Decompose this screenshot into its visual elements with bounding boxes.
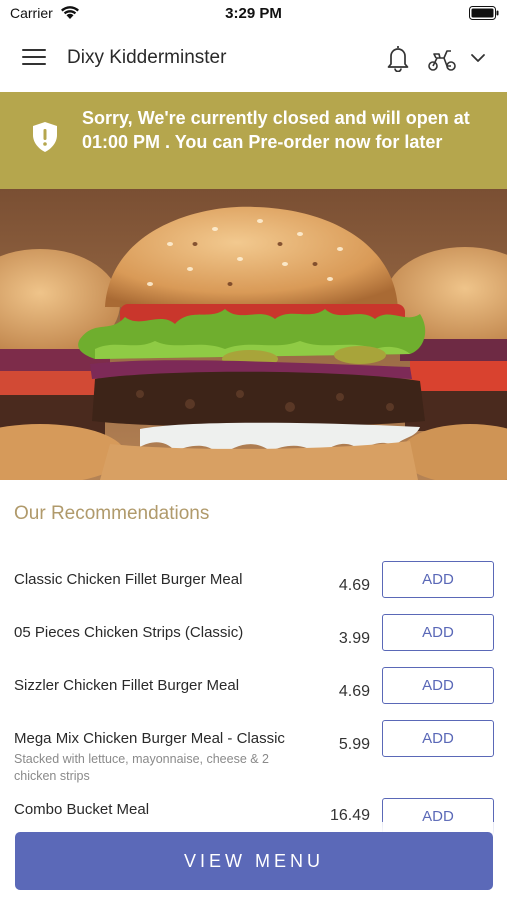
item-description: Stacked with lettuce, mayonnaise, cheese… — [14, 752, 270, 783]
item-price: 3.99 — [338, 630, 370, 647]
closed-message: Sorry, We're currently closed and will o… — [82, 108, 470, 152]
item-price: 4.69 — [338, 577, 370, 594]
shield-alert-icon — [33, 122, 57, 152]
add-button[interactable]: ADD — [382, 667, 494, 704]
burger-illustration — [0, 189, 507, 480]
item-name: 05 Pieces Chicken Strips (Classic) — [14, 624, 244, 641]
status-bar: Carrier 3:29 PM — [0, 0, 507, 28]
item-name: Mega Mix Chicken Burger Meal - Classic — [14, 730, 285, 747]
add-button[interactable]: ADD — [382, 561, 494, 598]
add-button[interactable]: ADD — [382, 614, 494, 651]
scooter-icon[interactable] — [427, 48, 457, 72]
add-button[interactable]: ADD — [382, 720, 494, 757]
bell-icon[interactable] — [386, 44, 410, 72]
item-name: Combo Bucket Meal — [14, 801, 150, 818]
view-menu-button[interactable]: VIEW MENU — [15, 832, 493, 890]
item-name: Sizzler Chicken Fillet Burger Meal — [14, 677, 240, 694]
menu-icon[interactable] — [22, 49, 46, 69]
hero-burger-image — [0, 189, 507, 480]
chevron-down-icon[interactable] — [470, 51, 486, 65]
closed-banner: Sorry, We're currently closed and will o… — [0, 92, 507, 189]
status-time: 3:29 PM — [225, 5, 282, 22]
nav-bar: Dixy Kidderminster — [0, 28, 507, 92]
item-price: 4.69 — [338, 683, 370, 700]
recommendations-heading: Our Recommendations — [14, 503, 210, 524]
item-name: Classic Chicken Fillet Burger Meal — [14, 571, 243, 588]
battery-icon — [469, 6, 499, 20]
item-price: 5.99 — [338, 736, 370, 753]
store-title[interactable]: Dixy Kidderminster — [67, 47, 226, 69]
